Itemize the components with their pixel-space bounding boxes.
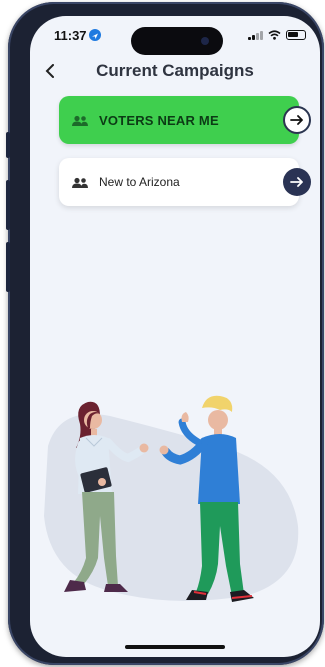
status-time: 11:37	[54, 28, 87, 43]
side-button	[6, 132, 10, 158]
campaign-label: New to Arizona	[99, 175, 180, 189]
page-title: Current Campaigns	[96, 61, 254, 80]
wifi-icon	[268, 30, 281, 40]
side-button	[6, 242, 10, 292]
open-campaign-button[interactable]	[283, 168, 311, 196]
side-button	[6, 180, 10, 230]
dynamic-island	[131, 27, 223, 55]
people-icon	[71, 114, 89, 126]
people-icon	[71, 176, 89, 188]
status-indicators	[248, 30, 306, 40]
battery-icon	[286, 30, 306, 40]
arrow-right-icon	[290, 115, 303, 125]
campaign-card-voters-near-me[interactable]: VOTERS NEAR ME	[59, 96, 311, 144]
open-campaign-button[interactable]	[283, 106, 311, 134]
two-people-talking-illustration	[44, 395, 299, 602]
location-icon	[89, 29, 101, 41]
app-screen: 11:37 Current Campaigns VOTERS NEAR ME N…	[30, 16, 320, 657]
campaign-card-new-to-arizona[interactable]: New to Arizona	[59, 158, 311, 206]
arrow-right-icon	[290, 177, 303, 187]
campaign-label: VOTERS NEAR ME	[99, 112, 219, 128]
phone-frame: 11:37 Current Campaigns VOTERS NEAR ME N…	[6, 2, 324, 665]
signal-icon	[248, 30, 263, 40]
home-indicator[interactable]	[125, 645, 225, 649]
